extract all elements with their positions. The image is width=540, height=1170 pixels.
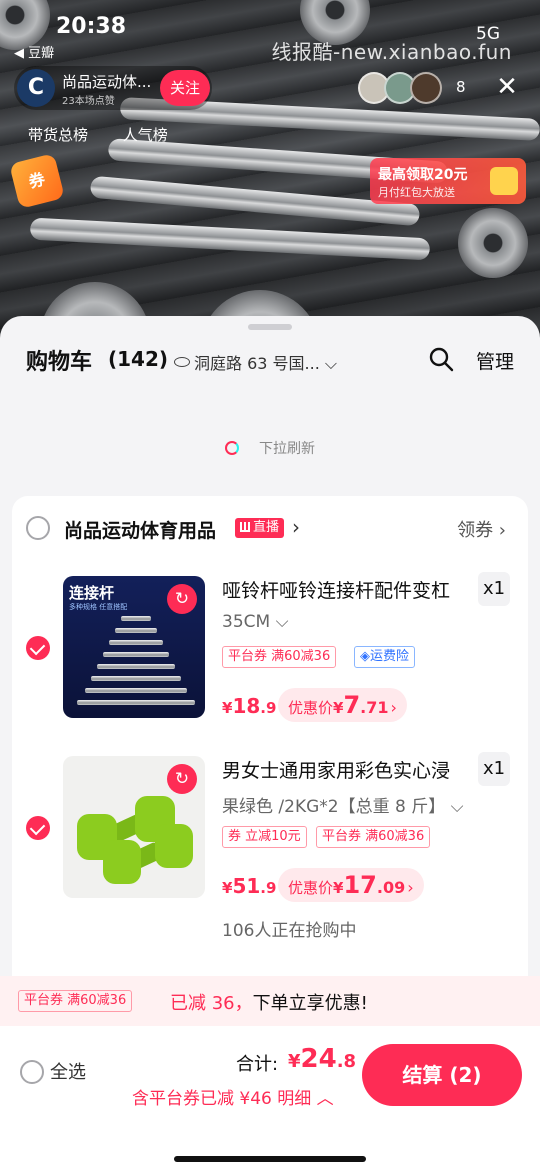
checkout-bar: 全选 合计: ¥24.8 含平台券已减 ¥46 明细 ︿ 结算 (2): [0, 1026, 540, 1170]
weight-plate: [458, 208, 528, 278]
chevron-down-icon: ⌵: [450, 797, 464, 817]
search-icon[interactable]: [428, 346, 454, 372]
close-icon[interactable]: ✕: [492, 72, 522, 102]
product-title-1[interactable]: 哑铃杆哑铃连接杆配件变杠: [222, 576, 472, 603]
anchor-name: 尚品运动体...: [62, 73, 152, 91]
pull-refresh-hint: 下拉刷新: [0, 438, 540, 458]
chevron-right-icon: ›: [407, 878, 414, 897]
discount-details-link[interactable]: 含平台券已减 ¥46 明细 ︿: [132, 1084, 334, 1109]
rank-tab-sales[interactable]: 带货总榜: [28, 126, 88, 144]
deal-price-2[interactable]: 优惠价¥17.09 ›: [278, 868, 424, 902]
image-caption: 连接杆: [69, 584, 115, 602]
rank-tabs: 带货总榜 人气榜: [28, 124, 198, 145]
original-price-1: ¥18.9: [222, 694, 277, 718]
red-packet-banner[interactable]: 最高领取20元 月付红包大放送: [370, 158, 526, 204]
home-indicator[interactable]: [174, 1156, 366, 1162]
promo-subtitle: 月付红包大放送: [378, 186, 455, 199]
rod: [103, 652, 169, 657]
store-card: 尚品运动体育用品 直播 › 领券 › 连接杆 多种规格 任意搭配 ↻ 哑铃杆哑铃…: [12, 496, 528, 1016]
replay-icon[interactable]: ↻: [167, 764, 197, 794]
image-subcaption: 多种规格 任意搭配: [69, 603, 128, 611]
buying-count: 106人正在抢购中: [222, 921, 357, 941]
live-bars-icon: [240, 522, 250, 532]
viewer-avatars[interactable]: 8: [356, 70, 486, 106]
chevron-right-icon: ›: [390, 698, 397, 717]
rod: [91, 676, 181, 681]
product-image-2[interactable]: ↻: [63, 756, 205, 898]
platform-coupon-tag: 平台券 满60减36: [18, 990, 133, 1012]
dumbbell-head: [103, 840, 141, 884]
rank-tab-popularity[interactable]: 人气榜: [123, 126, 168, 144]
promo-strip-text: 已减 36，下单立享优惠!: [170, 993, 368, 1014]
address-text: 洞庭路 63 号国...: [194, 354, 320, 373]
avatar: [410, 72, 442, 104]
cart-count: (142): [108, 347, 169, 371]
quantity-1[interactable]: x1: [478, 572, 510, 606]
replay-icon[interactable]: ↻: [167, 584, 197, 614]
select-all-checkbox[interactable]: [20, 1060, 44, 1084]
rod: [109, 640, 163, 645]
item-checkbox-2[interactable]: [26, 816, 50, 840]
quantity-2[interactable]: x1: [478, 752, 510, 786]
refresh-text: 下拉刷新: [259, 441, 315, 457]
status-time: 20:38: [56, 14, 127, 39]
eye-icon: [174, 357, 190, 367]
promo-strip: 平台券 满60减36 已减 36，下单立享优惠!: [0, 976, 540, 1026]
chevron-right-icon[interactable]: ›: [292, 515, 300, 539]
loading-icon: [225, 441, 239, 455]
manage-button[interactable]: 管理: [476, 347, 514, 374]
rod: [85, 688, 187, 693]
rod: [97, 664, 175, 669]
gift-icon: [490, 167, 518, 195]
original-price-2: ¥51.9: [222, 874, 277, 898]
checkout-button[interactable]: 结算 (2): [362, 1044, 522, 1106]
item-checkbox-1[interactable]: [26, 636, 50, 660]
sheet-grabber[interactable]: [248, 324, 292, 330]
watermark: 线报酷-new.xianbao.fun: [271, 40, 512, 64]
store-select-checkbox[interactable]: [26, 516, 50, 540]
dumbbell-head: [155, 824, 193, 868]
chevron-down-icon: ⌵: [324, 354, 338, 373]
dumbbell-bar: [29, 217, 431, 261]
rod: [115, 628, 157, 633]
freight-insurance-tag: ◈运费险: [354, 646, 416, 668]
product-spec-2[interactable]: 果绿色 /2KG*2【总重 8 斤】 ⌵: [222, 792, 464, 817]
chevron-down-icon: ⌵: [275, 612, 289, 632]
product-image-1[interactable]: 连接杆 多种规格 任意搭配 ↻: [63, 576, 205, 718]
platform-coupon-tag: 平台券 满60减36: [222, 646, 337, 668]
anchor-likes: 23本场点赞: [62, 96, 115, 107]
store-name[interactable]: 尚品运动体育用品: [64, 516, 216, 543]
product-spec-1[interactable]: 35CM ⌵: [222, 612, 288, 632]
shield-icon: ◈: [360, 649, 370, 664]
follow-button[interactable]: 关注: [160, 70, 210, 106]
total-amount: ¥24.8: [288, 1044, 357, 1074]
promo-title: 最高领取20元: [378, 167, 468, 183]
platform-coupon-tag: 平台券 满60减36: [316, 826, 431, 848]
cart-sheet: 购物车 (142) 洞庭路 63 号国... ⌵ 管理 下拉刷新 尚品运动体育用…: [0, 316, 540, 1170]
cart-title: 购物车: [26, 350, 93, 375]
deal-price-1[interactable]: 优惠价¥7.71 ›: [278, 688, 407, 722]
anchor-avatar[interactable]: C: [17, 69, 55, 107]
rod: [121, 616, 151, 621]
viewer-count: 8: [456, 78, 466, 96]
store-coupon-tag: 券 立减10元: [222, 826, 307, 848]
back-to-app-link[interactable]: ◀ 豆瓣: [14, 42, 54, 61]
product-title-2[interactable]: 男女士通用家用彩色实心浸: [222, 756, 472, 783]
select-all-label[interactable]: 全选: [50, 1058, 86, 1084]
live-badge: 直播: [235, 518, 285, 538]
address-selector[interactable]: 洞庭路 63 号国... ⌵: [174, 350, 337, 374]
rod: [77, 700, 195, 705]
get-coupon-link[interactable]: 领券 ›: [457, 516, 506, 542]
total-label: 合计:: [236, 1054, 279, 1075]
